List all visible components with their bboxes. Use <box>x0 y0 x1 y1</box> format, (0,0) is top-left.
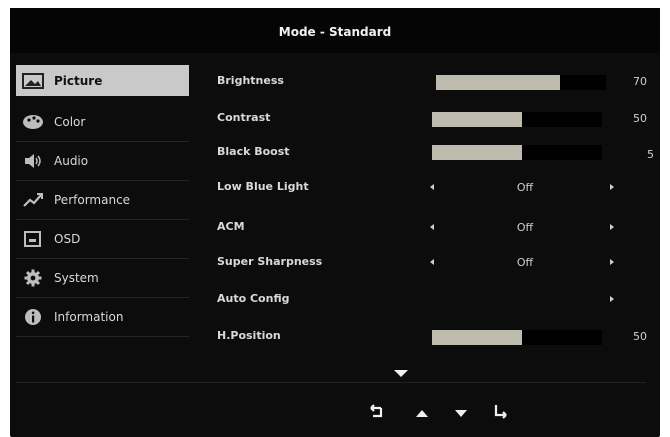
right-arrow-icon[interactable] <box>610 259 614 265</box>
sidebar-item-label: Information <box>54 310 124 324</box>
speaker-icon <box>25 154 41 168</box>
sidebar-item-audio[interactable]: Audio <box>16 142 189 181</box>
setting-label: H.Position <box>217 329 281 342</box>
setting-label: Low Blue Light <box>217 180 309 193</box>
sidebar-item-label: Performance <box>54 193 131 207</box>
setting-value: 50 <box>633 330 647 343</box>
sidebar-item-information[interactable]: Information <box>16 298 189 337</box>
palette-icon <box>23 115 43 129</box>
sidebar-item-performance[interactable]: Performance <box>16 181 189 220</box>
back-icon[interactable] <box>366 404 384 420</box>
contrast-slider[interactable] <box>432 112 602 127</box>
sidebar-item-label: Picture <box>54 73 103 88</box>
setting-brightness[interactable]: Brightness 70 <box>217 71 647 93</box>
sidebar-item-picture[interactable]: Picture <box>16 65 189 96</box>
setting-auto-config[interactable]: Auto Config <box>217 289 647 311</box>
divider <box>16 382 646 383</box>
setting-label: Brightness <box>217 74 284 87</box>
right-arrow-icon[interactable] <box>610 184 614 190</box>
sidebar-item-osd[interactable]: OSD <box>16 220 189 259</box>
h-position-slider[interactable] <box>432 330 602 345</box>
setting-value: Off <box>516 221 534 234</box>
setting-label: Auto Config <box>217 292 290 305</box>
setting-contrast[interactable]: Contrast 50 <box>217 108 647 130</box>
setting-acm[interactable]: ACM Off <box>217 217 647 239</box>
setting-black-boost[interactable]: Black Boost 5 <box>217 142 654 164</box>
sidebar-item-system[interactable]: System <box>16 259 189 298</box>
osd-icon <box>24 231 41 247</box>
setting-super-sharpness[interactable]: Super Sharpness Off <box>217 252 647 274</box>
info-icon <box>25 309 41 325</box>
down-arrow-icon <box>394 370 408 377</box>
left-arrow-icon[interactable] <box>430 259 434 265</box>
setting-label: Contrast <box>217 111 271 124</box>
setting-value: 5 <box>647 148 654 161</box>
up-icon[interactable] <box>416 410 428 417</box>
right-arrow-icon[interactable] <box>610 296 614 302</box>
sidebar-item-label: System <box>54 271 99 285</box>
setting-label: Black Boost <box>217 145 290 158</box>
enter-icon[interactable] <box>492 404 510 420</box>
mode-title: Mode - Standard <box>278 25 392 39</box>
picture-icon <box>22 72 44 89</box>
title-bar: Mode - Standard <box>10 8 660 53</box>
right-arrow-icon[interactable] <box>610 224 614 230</box>
setting-value: Off <box>516 181 534 194</box>
setting-value: Off <box>516 256 534 269</box>
left-arrow-icon[interactable] <box>430 224 434 230</box>
setting-low-blue-light[interactable]: Low Blue Light Off <box>217 177 647 199</box>
setting-value: 70 <box>633 75 647 88</box>
setting-h-position[interactable]: H.Position 50 <box>217 326 647 348</box>
setting-value: 50 <box>633 112 647 125</box>
black-boost-slider[interactable] <box>432 145 602 160</box>
sidebar-item-label: Audio <box>54 154 89 168</box>
left-arrow-icon[interactable] <box>430 184 434 190</box>
down-icon[interactable] <box>455 410 467 417</box>
sidebar-item-color[interactable]: Color <box>16 103 189 142</box>
performance-icon <box>23 193 43 207</box>
setting-label: Super Sharpness <box>217 255 323 268</box>
sidebar-item-label: Color <box>54 115 86 129</box>
brightness-slider[interactable] <box>436 75 606 90</box>
sidebar: Picture Color Audio Performance OSD Syst… <box>16 65 189 337</box>
gear-icon <box>24 269 42 287</box>
sidebar-item-label: OSD <box>54 232 81 246</box>
setting-label: ACM <box>217 220 245 233</box>
